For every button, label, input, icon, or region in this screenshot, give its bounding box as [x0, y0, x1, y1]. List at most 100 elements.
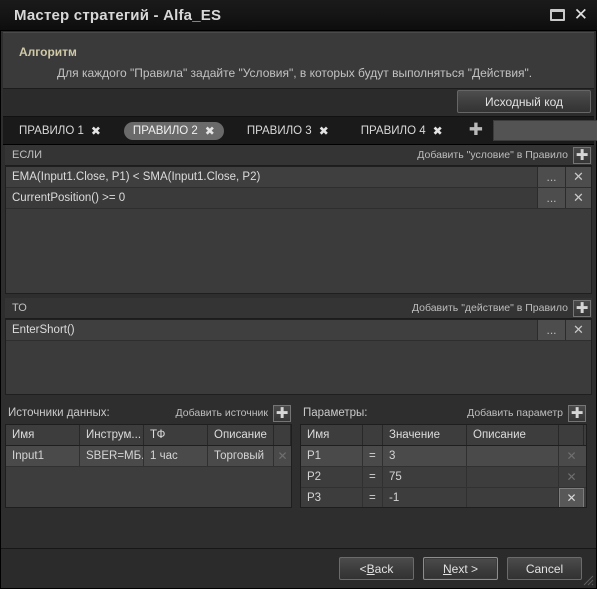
tab-rule-4-close-icon[interactable]: ✖ — [433, 125, 443, 137]
tab-rule-1-label: ПРАВИЛО 1 — [19, 124, 84, 137]
tab-rule-3-label: ПРАВИЛО 3 — [246, 124, 312, 137]
rule-name-input[interactable] — [492, 120, 597, 141]
cell-timeframe: 1 час — [144, 446, 208, 466]
action-edit-button[interactable]: ... — [537, 320, 565, 340]
bottom-tables: Источники данных: Добавить источник ✚ Им… — [5, 402, 592, 508]
delete-source-button[interactable]: ✕ — [274, 446, 291, 466]
algorithm-info-block: Алгоритм Для каждого "Правила" задайте "… — [3, 32, 594, 89]
add-source-label: Добавить источник — [175, 407, 268, 419]
cell-param-value[interactable]: 75 — [383, 467, 467, 487]
column-header-name: Имя — [6, 425, 80, 445]
close-icon[interactable]: ✕ — [574, 7, 588, 24]
back-button-accelerator: B — [366, 561, 375, 576]
condition-row-buttons: ... ✕ — [537, 167, 591, 187]
tab-rule-1-close-icon[interactable]: ✖ — [91, 125, 101, 137]
tab-rule-4-label: ПРАВИЛО 4 — [360, 124, 426, 137]
parameters-caption: Параметры: — [303, 407, 368, 419]
cell-equals: = — [363, 488, 383, 507]
next-button-label-post: ext > — [451, 561, 479, 576]
delete-parameter-button[interactable]: ✕ — [559, 446, 584, 466]
add-parameter-label: Добавить параметр — [467, 407, 563, 419]
cell-param-description — [467, 488, 559, 507]
add-action-label: Добавить "действие" в Правило — [411, 302, 568, 314]
data-sources-section: Источники данных: Добавить источник ✚ Им… — [5, 402, 292, 508]
cell-param-value[interactable]: -1 — [383, 488, 467, 507]
next-button-accelerator: N — [442, 561, 452, 576]
algorithm-description: Для каждого "Правила" задайте "Условия",… — [57, 66, 533, 80]
tab-rule-3[interactable]: ПРАВИЛО 3 ✖ — [238, 122, 338, 140]
window-title: Мастер стратегий - Alfa_ES — [14, 6, 222, 24]
delete-parameter-button[interactable]: ✕ — [559, 467, 584, 487]
condition-text: CurrentPosition() >= 0 — [12, 192, 126, 204]
then-panel: ТО Добавить "действие" в Правило ✚ Enter… — [5, 298, 592, 395]
source-code-button[interactable]: Исходный код — [457, 90, 591, 113]
source-code-bar: Исходный код — [3, 89, 594, 117]
add-source-button[interactable]: ✚ — [273, 404, 291, 422]
strategy-wizard-window: Мастер стратегий - Alfa_ES ✕ Алгоритм Дл… — [0, 0, 597, 589]
cell-param-name: P3 — [301, 488, 363, 507]
add-action-button[interactable]: ✚ — [573, 299, 591, 317]
then-panel-body: EnterShort() ... ✕ — [5, 319, 592, 395]
cell-name: Input1 — [6, 446, 80, 466]
rule-tabbar: ПРАВИЛО 1 ✖ ПРАВИЛО 2 ✖ ПРАВИЛО 3 ✖ ПРАВ… — [3, 117, 597, 145]
condition-row[interactable]: EMA(Input1.Close, P1) < SMA(Input1.Close… — [6, 167, 591, 188]
cell-equals: = — [363, 467, 383, 487]
parameters-table: Имя Значение Описание P1 = 3 ✕ P2 = 75 ✕… — [300, 424, 587, 508]
title-bar: Мастер стратегий - Alfa_ES ✕ — [0, 0, 597, 31]
condition-row[interactable]: CurrentPosition() >= 0 ... ✕ — [6, 188, 591, 209]
parameters-header: Параметры: Добавить параметр ✚ — [300, 402, 587, 424]
tab-rule-3-close-icon[interactable]: ✖ — [319, 125, 329, 137]
tab-rule-2[interactable]: ПРАВИЛО 2 ✖ — [123, 121, 224, 140]
action-text: EnterShort() — [12, 324, 75, 336]
window-content: Алгоритм Для каждого "Правила" задайте "… — [0, 31, 597, 589]
tab-rule-4[interactable]: ПРАВИЛО 4 ✖ — [352, 122, 452, 140]
add-condition-label: Добавить "условие" в Правило — [417, 149, 568, 161]
table-row[interactable]: Input1 SBER=МБ... 1 час Торговый ✕ — [6, 446, 291, 467]
restore-icon[interactable] — [549, 9, 565, 21]
table-row[interactable]: P1 = 3 ✕ — [301, 446, 586, 467]
condition-delete-button[interactable]: ✕ — [565, 188, 591, 208]
cancel-button[interactable]: Cancel — [507, 557, 582, 580]
tab-rule-2-label: ПРАВИЛО 2 — [132, 124, 198, 137]
condition-delete-button[interactable]: ✕ — [565, 167, 591, 187]
cell-equals: = — [363, 446, 383, 466]
column-header-actions — [274, 425, 291, 445]
data-sources-caption: Источники данных: — [8, 407, 110, 419]
table-row[interactable]: P3 = -1 ✕ — [301, 488, 586, 507]
tab-rule-1[interactable]: ПРАВИЛО 1 ✖ — [10, 122, 110, 140]
column-header-timeframe: ТФ — [144, 425, 208, 445]
next-button[interactable]: Next > — [423, 557, 498, 580]
cell-param-name: P2 — [301, 467, 363, 487]
if-panel-body: EMA(Input1.Close, P1) < SMA(Input1.Close… — [5, 166, 592, 294]
action-delete-button[interactable]: ✕ — [565, 320, 591, 340]
tab-rule-2-close-icon[interactable]: ✖ — [205, 125, 215, 137]
condition-text: EMA(Input1.Close, P1) < SMA(Input1.Close… — [12, 171, 261, 183]
data-sources-header: Источники данных: Добавить источник ✚ — [5, 402, 292, 424]
delete-parameter-button[interactable]: ✕ — [559, 488, 584, 507]
condition-row-buttons: ... ✕ — [537, 188, 591, 208]
column-header-actions — [559, 425, 584, 445]
action-row[interactable]: EnterShort() ... ✕ — [6, 320, 591, 341]
column-header-description: Описание — [467, 425, 559, 445]
add-parameter-button[interactable]: ✚ — [568, 404, 586, 422]
resize-grip-icon[interactable] — [583, 575, 594, 586]
back-button[interactable]: < Back — [339, 557, 414, 580]
if-panel: ЕСЛИ Добавить "условие" в Правило ✚ EMA(… — [5, 145, 592, 294]
table-header-row: Имя Инструм... ТФ Описание — [6, 425, 291, 446]
cell-instrument: SBER=МБ... — [80, 446, 144, 466]
if-panel-header: ЕСЛИ Добавить "условие" в Правило ✚ — [5, 145, 592, 166]
add-condition-button[interactable]: ✚ — [573, 146, 591, 164]
column-header-description: Описание — [208, 425, 274, 445]
cell-param-name: P1 — [301, 446, 363, 466]
table-row[interactable]: P2 = 75 ✕ — [301, 467, 586, 488]
cell-param-description — [467, 446, 559, 466]
cell-param-value[interactable]: 3 — [383, 446, 467, 466]
algorithm-title: Алгоритм — [19, 45, 77, 59]
condition-edit-button[interactable]: ... — [537, 167, 565, 187]
table-header-row: Имя Значение Описание — [301, 425, 586, 446]
action-row-buttons: ... ✕ — [537, 320, 591, 340]
add-rule-icon[interactable]: ✚ — [469, 122, 483, 139]
parameters-section: Параметры: Добавить параметр ✚ Имя Значе… — [300, 402, 587, 508]
condition-edit-button[interactable]: ... — [537, 188, 565, 208]
back-button-label-pre: < — [359, 561, 367, 576]
